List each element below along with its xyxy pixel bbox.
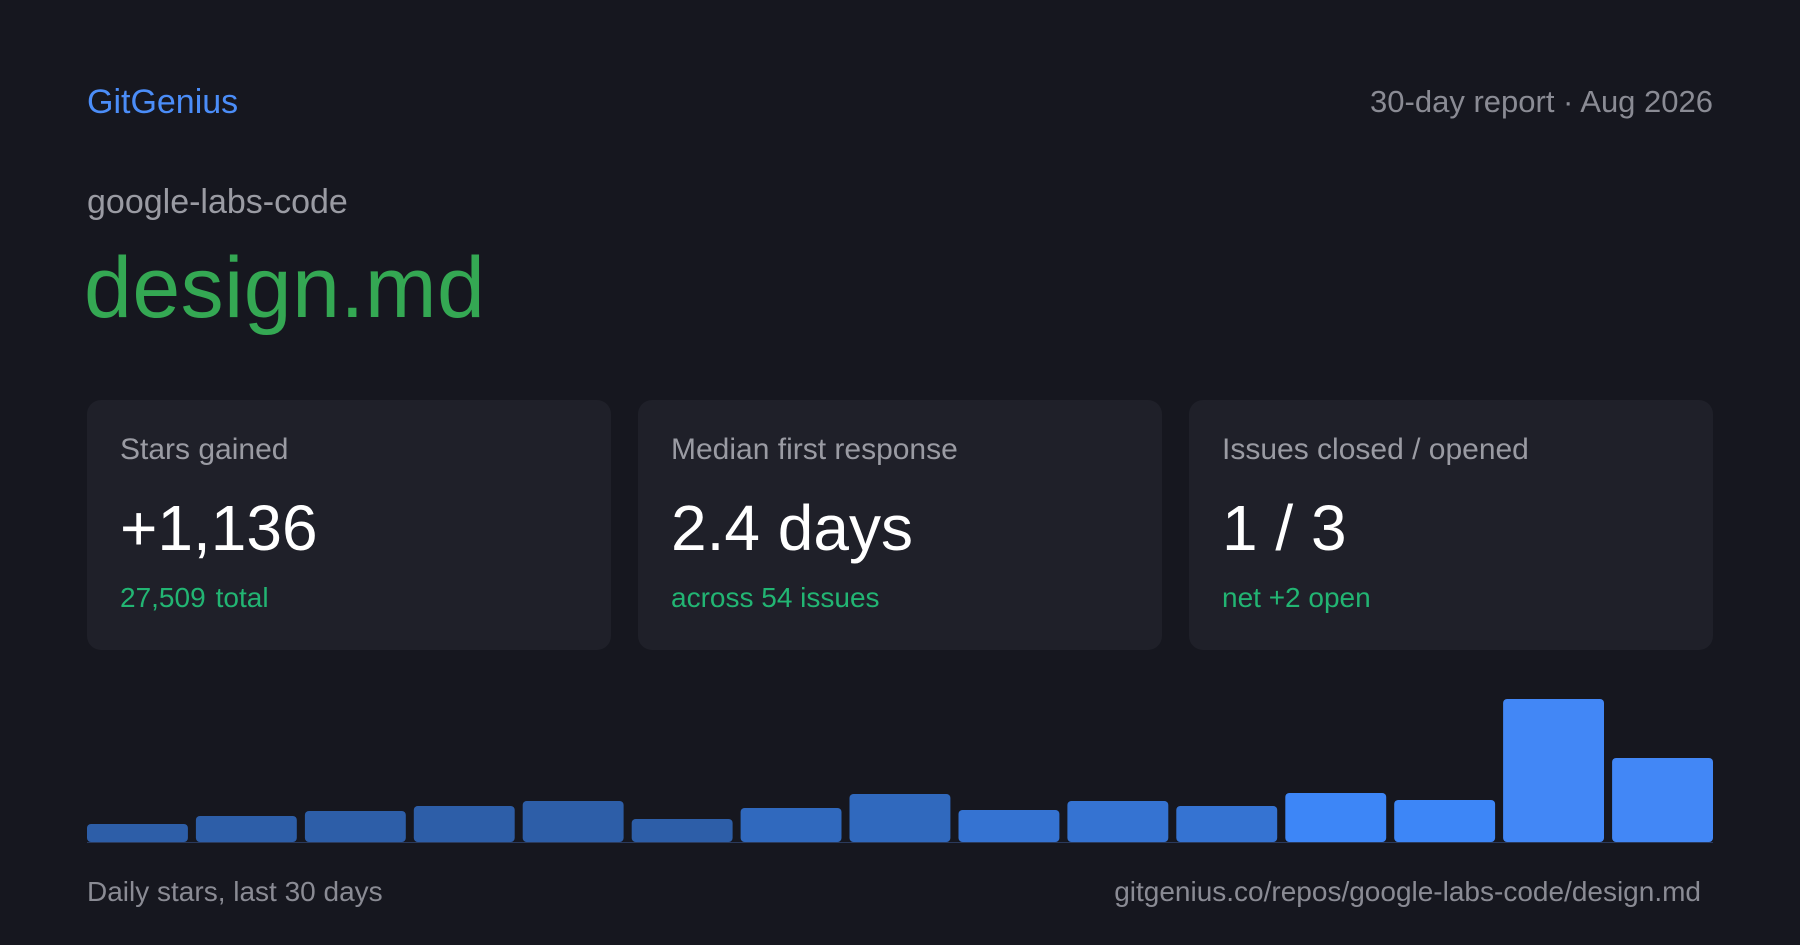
chart-bar-15 (1612, 758, 1713, 842)
repo-url: gitgenius.co/repos/google-labs-code/desi… (1114, 876, 1701, 907)
daily-stars-chart-svg (87, 699, 1713, 843)
issues-card-subtext: net +2 open (1222, 582, 1371, 613)
stars-total-value: 27,509 (120, 582, 206, 613)
repo-owner: google-labs-code (87, 183, 348, 221)
chart-bar-1 (87, 824, 188, 842)
daily-stars-chart (87, 690, 1713, 845)
response-card-value: 2.4 days (671, 492, 913, 564)
stars-card-label: Stars gained (120, 433, 289, 466)
stars-card-subtext: 27,509 total (120, 580, 578, 616)
chart-bar-13 (1394, 800, 1496, 842)
chart-bar-8 (849, 794, 951, 842)
stars-card: Stars gained +1,136 27,509 total (87, 400, 611, 650)
chart-bar-5 (522, 801, 624, 842)
response-card: Median first response 2.4 days across 54… (638, 400, 1162, 650)
chart-bar-9 (958, 810, 1060, 842)
response-card-label: Median first response (671, 433, 958, 466)
chart-bar-12 (1285, 793, 1387, 842)
chart-bar-10 (1067, 801, 1169, 842)
stat-cards: Stars gained +1,136 27,509 total Median f… (87, 400, 1713, 650)
issues-card-label: Issues closed / opened (1222, 433, 1529, 466)
stars-total-label: total (215, 582, 269, 613)
chart-bar-4 (413, 806, 515, 842)
chart-bar-7 (740, 808, 842, 842)
chart-bar-14 (1503, 699, 1604, 842)
issues-card-value: 1 / 3 (1222, 492, 1347, 564)
report-period: 30-day report · Aug 2026 (1370, 84, 1713, 119)
chart-bar-6 (631, 819, 733, 842)
issues-card: Issues closed / opened 1 / 3 net +2 open (1189, 400, 1713, 650)
stars-card-value: +1,136 (120, 492, 318, 564)
chart-caption: Daily stars, last 30 days (87, 876, 383, 907)
chart-bar-2 (195, 816, 297, 842)
chart-bar-11 (1176, 806, 1278, 842)
repo-name: design.md (84, 240, 486, 336)
chart-bar-3 (304, 811, 406, 842)
brand-name: GitGenius (87, 83, 239, 121)
response-card-subtext: across 54 issues (671, 582, 880, 613)
